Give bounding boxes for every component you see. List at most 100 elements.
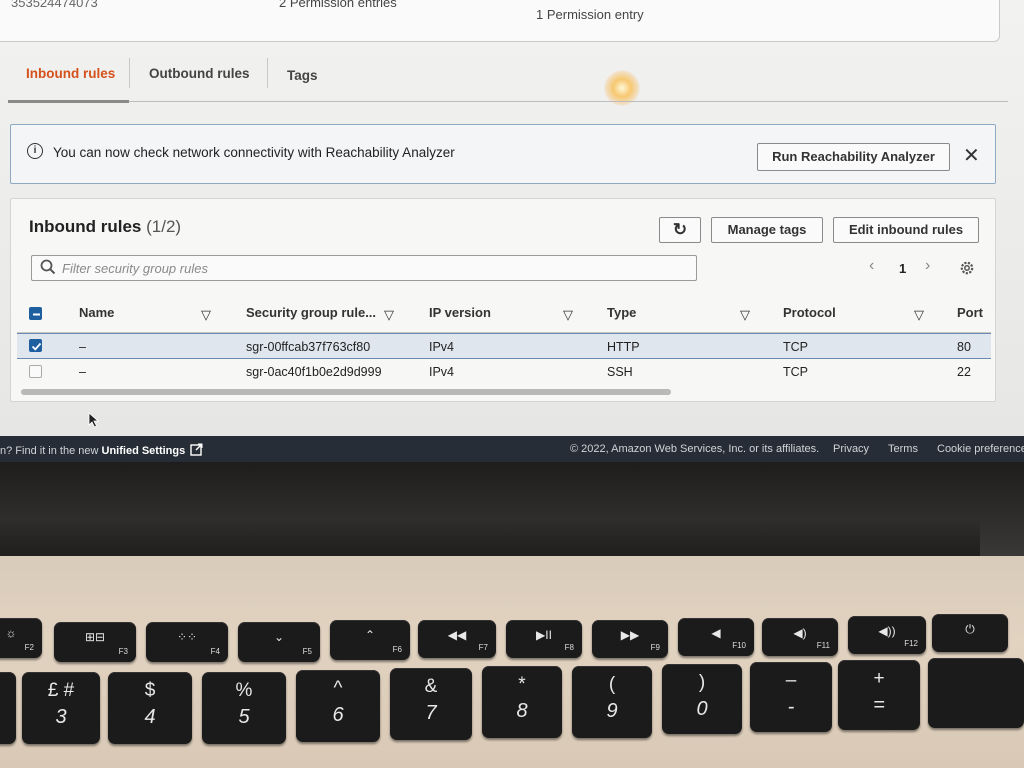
edit-inbound-rules-button[interactable]: Edit inbound rules [833,217,979,243]
sort-caret-icon[interactable]: ▽ [914,307,924,323]
column-header-port[interactable]: Port [957,305,983,320]
cell-protocol: TCP [783,340,808,354]
key-f7[interactable]: ◀◀ F7 [418,620,496,658]
keyboard-light-down-icon: ⌄ [273,630,285,644]
select-all-checkbox[interactable] [29,307,42,320]
key-top-label: £ # [47,680,75,701]
cell-rule-id: sgr-0ac40f1b0e2d9d999 [246,365,382,379]
console-footer: n? Find it in the new Unified Settings ©… [0,436,1024,462]
key-f12[interactable]: ◀)) F12 [848,616,926,654]
key-bottom-label: 7 [425,702,437,724]
key-power[interactable]: ⏻ [932,614,1008,652]
tab-inbound-rules[interactable]: Inbound rules [26,66,115,81]
tab-outbound-rules[interactable]: Outbound rules [149,66,250,81]
unified-settings-link[interactable]: Unified Settings [102,445,186,457]
key-top-label: ( [608,674,616,695]
table-row[interactable]: – sgr-0ac40f1b0e2d9d999 IPv4 SSH TCP 22 [17,359,991,385]
column-header-protocol[interactable]: Protocol [783,305,836,320]
brightness-icon: ☼ [5,626,17,640]
key-0[interactable]: ) 0 [662,664,742,734]
close-icon[interactable]: ✕ [963,143,980,168]
key-5[interactable]: % 5 [202,672,286,744]
terms-link[interactable]: Terms [888,443,918,455]
cell-type: SSH [607,365,633,379]
key-bottom-label: 0 [696,698,708,720]
page-number[interactable]: 1 [899,261,906,276]
key-bottom-label: 5 [238,706,250,728]
rewind-icon: ◀◀ [447,628,467,642]
sort-caret-icon[interactable]: ▽ [384,307,394,323]
laptop-hinge [0,520,980,556]
panel-title-text: Inbound rules [29,217,142,236]
key-2[interactable] [0,672,16,744]
key-4[interactable]: $ 4 [108,672,192,744]
sort-caret-icon[interactable]: ▽ [563,307,573,323]
column-header-rule-id[interactable]: Security group rule... [246,305,376,320]
key-f5[interactable]: ⌄ F5 [238,622,320,662]
refresh-icon: ↻ [672,220,688,239]
key-minus[interactable]: – - [750,662,832,732]
key-3[interactable]: £ # 3 [22,672,100,744]
key-f10[interactable]: ◀ F10 [678,618,754,656]
column-header-ip-version[interactable]: IP version [429,305,491,320]
gear-icon[interactable] [959,260,975,276]
key-backspace[interactable] [928,658,1024,728]
column-header-name[interactable]: Name [79,305,114,320]
key-9[interactable]: ( 9 [572,666,652,738]
row-checkbox[interactable] [29,365,42,378]
refresh-button[interactable]: ↻ [659,217,701,243]
key-f11[interactable]: ◀) F11 [762,618,838,656]
sort-caret-icon[interactable]: ▽ [740,307,750,323]
external-link-icon[interactable] [190,443,203,456]
chevron-left-icon[interactable]: ‹ [869,257,874,275]
inbound-rules-panel: Inbound rules (1/2) ↻ Manage tags Edit i… [10,198,996,402]
privacy-link[interactable]: Privacy [833,443,869,455]
key-7[interactable]: & 7 [390,668,472,740]
row-checkbox[interactable] [29,339,42,352]
table-row[interactable]: – sgr-00ffcab37f763cf80 IPv4 HTTP TCP 80 [17,333,991,359]
key-label: F6 [392,645,402,654]
browser-screen: 353524474073 2 Permission entries 1 Perm… [0,0,1024,436]
cookie-preferences-link[interactable]: Cookie preferences [937,443,1024,455]
chevron-right-icon[interactable]: › [925,257,930,275]
key-top-label: & [424,676,438,697]
key-f9[interactable]: ▶▶ F9 [592,620,668,658]
key-label: F10 [732,641,746,650]
key-f2[interactable]: ☼ F2 [0,618,42,658]
cell-port: 22 [957,365,971,379]
key-8[interactable]: * 8 [482,666,562,738]
key-f6[interactable]: ⌃ F6 [330,620,410,660]
sort-caret-icon[interactable]: ▽ [201,307,211,323]
key-label: F9 [650,643,660,652]
key-label: F4 [210,647,220,656]
cell-port: 80 [957,340,971,354]
power-icon: ⏻ [965,622,975,636]
key-f4[interactable]: ⁘⁘ F4 [146,622,228,662]
permissions-summary-card: 353524474073 2 Permission entries 1 Perm… [0,0,1000,42]
run-reachability-analyzer-button[interactable]: Run Reachability Analyzer [757,143,950,171]
key-bottom-label: - [787,696,795,718]
key-bottom-label: 9 [606,700,618,722]
launchpad-icon: ⁘⁘ [176,630,198,644]
key-equals[interactable]: + = [838,660,920,730]
key-6[interactable]: ^ 6 [296,670,380,742]
keyboard-light-up-icon: ⌃ [364,628,376,642]
table-header: Name ▽ Security group rule... ▽ IP versi… [17,293,991,333]
cell-rule-id: sgr-00ffcab37f763cf80 [246,340,371,354]
cell-name: – [79,340,86,354]
tab-divider [267,58,268,88]
horizontal-scrollbar[interactable] [21,389,671,395]
filter-security-group-rules-input[interactable] [62,258,682,278]
mouse-pointer-icon [88,412,100,428]
key-f3[interactable]: ⊞⊟ F3 [54,622,136,662]
tab-tags[interactable]: Tags [287,68,318,83]
fast-forward-icon: ▶▶ [620,628,640,642]
rules-table: Name ▽ Security group rule... ▽ IP versi… [17,293,991,385]
key-f8[interactable]: ▶II F8 [506,620,582,658]
manage-tags-button[interactable]: Manage tags [711,217,823,243]
panel-title: Inbound rules (1/2) [29,217,181,237]
tab-bar: Inbound rules Outbound rules Tags [8,58,1008,103]
cell-ip-version: IPv4 [429,340,455,354]
key-label: F5 [302,647,312,656]
column-header-type[interactable]: Type [607,305,636,320]
